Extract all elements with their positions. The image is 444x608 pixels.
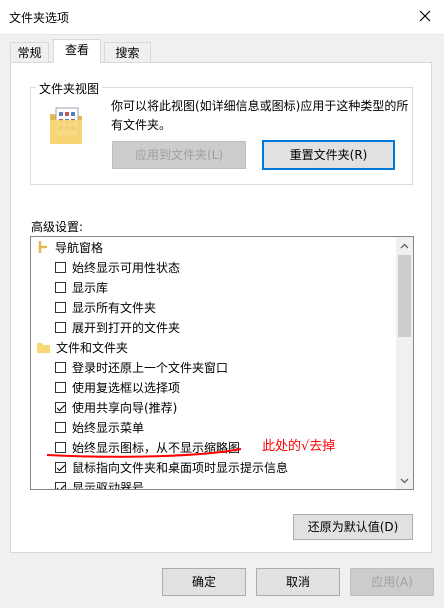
option-show-drive-letters[interactable]: 显示驱动器号	[31, 477, 397, 490]
option-label: 鼠标指向文件夹和桌面项时显示提示信息	[72, 460, 289, 475]
checkbox[interactable]	[55, 281, 66, 293]
annotation-text: 此处的√去掉	[262, 439, 336, 454]
close-icon	[419, 10, 431, 22]
checkbox-checked[interactable]	[55, 461, 66, 473]
reset-folders-button[interactable]: 重置文件夹(R)	[262, 140, 395, 170]
option-use-checkboxes[interactable]: 使用复选框以选择项	[31, 377, 397, 397]
category-navigation-pane: 导航窗格	[31, 237, 397, 257]
option-label: 登录时还原上一个文件夹窗口	[72, 360, 229, 375]
option-expand-to-open-folder[interactable]: 展开到打开的文件夹	[31, 317, 397, 337]
folder-view-description: 你可以将此视图(如详细信息或图标)应用于这种类型的所有文件夹。	[111, 99, 409, 132]
annotation-underline	[46, 448, 242, 458]
option-label: 显示驱动器号	[72, 480, 145, 490]
category-label: 导航窗格	[55, 240, 104, 255]
vertical-scrollbar[interactable]	[396, 237, 413, 489]
option-label: 始终显示可用性状态	[72, 260, 181, 275]
category-files-and-folders: 文件和文件夹	[31, 337, 397, 357]
option-label: 使用共享向导(推荐)	[72, 400, 178, 415]
folder-icon	[37, 342, 50, 353]
option-show-all-folders[interactable]: 显示所有文件夹	[31, 297, 397, 317]
checkbox[interactable]	[55, 321, 66, 333]
checkbox[interactable]	[55, 361, 66, 373]
restore-defaults-button[interactable]: 还原为默认值(D)	[293, 514, 413, 540]
apply-to-folders-button[interactable]: 应用到文件夹(L)	[112, 141, 246, 169]
option-always-show-menus[interactable]: 始终显示菜单	[31, 417, 397, 437]
folder-view-title: 文件夹视图	[36, 80, 103, 97]
checkbox[interactable]	[55, 421, 66, 433]
option-label: 始终显示菜单	[72, 420, 145, 435]
option-label: 显示所有文件夹	[72, 300, 157, 315]
navigation-pane-icon	[38, 241, 47, 253]
tab-general[interactable]: 常规	[10, 42, 49, 63]
checkbox[interactable]	[55, 261, 66, 273]
cancel-button[interactable]: 取消	[256, 568, 340, 596]
chevron-down-icon	[400, 478, 409, 483]
apply-button[interactable]: 应用(A)	[350, 568, 434, 596]
checkbox-checked[interactable]	[55, 481, 66, 489]
scroll-thumb[interactable]	[398, 255, 411, 337]
ok-button[interactable]: 确定	[162, 568, 246, 596]
folder-view-icon	[50, 107, 82, 144]
window-title: 文件夹选项	[9, 11, 70, 25]
tab-view[interactable]: 查看	[53, 39, 101, 63]
option-label: 展开到打开的文件夹	[72, 320, 181, 335]
checkbox[interactable]	[55, 301, 66, 313]
chevron-up-icon	[400, 243, 409, 248]
title-bar: 文件夹选项	[0, 0, 444, 34]
category-label: 文件和文件夹	[56, 340, 129, 355]
option-show-pop-up-description[interactable]: 鼠标指向文件夹和桌面项时显示提示信息	[31, 457, 397, 477]
option-label: 显示库	[72, 280, 109, 295]
advanced-settings-label: 高级设置:	[31, 220, 84, 234]
option-label: 使用复选框以选择项	[72, 380, 181, 395]
tab-search[interactable]: 搜索	[104, 42, 151, 63]
option-restore-previous-windows[interactable]: 登录时还原上一个文件夹窗口	[31, 357, 397, 377]
option-always-show-availability[interactable]: 始终显示可用性状态	[31, 257, 397, 277]
scroll-down-button[interactable]	[396, 472, 413, 489]
option-show-libraries[interactable]: 显示库	[31, 277, 397, 297]
option-use-sharing-wizard[interactable]: 使用共享向导(推荐)	[31, 397, 397, 417]
checkbox[interactable]	[55, 381, 66, 393]
scroll-up-button[interactable]	[396, 237, 413, 254]
close-button[interactable]	[410, 3, 440, 29]
checkbox-checked[interactable]	[55, 401, 66, 413]
